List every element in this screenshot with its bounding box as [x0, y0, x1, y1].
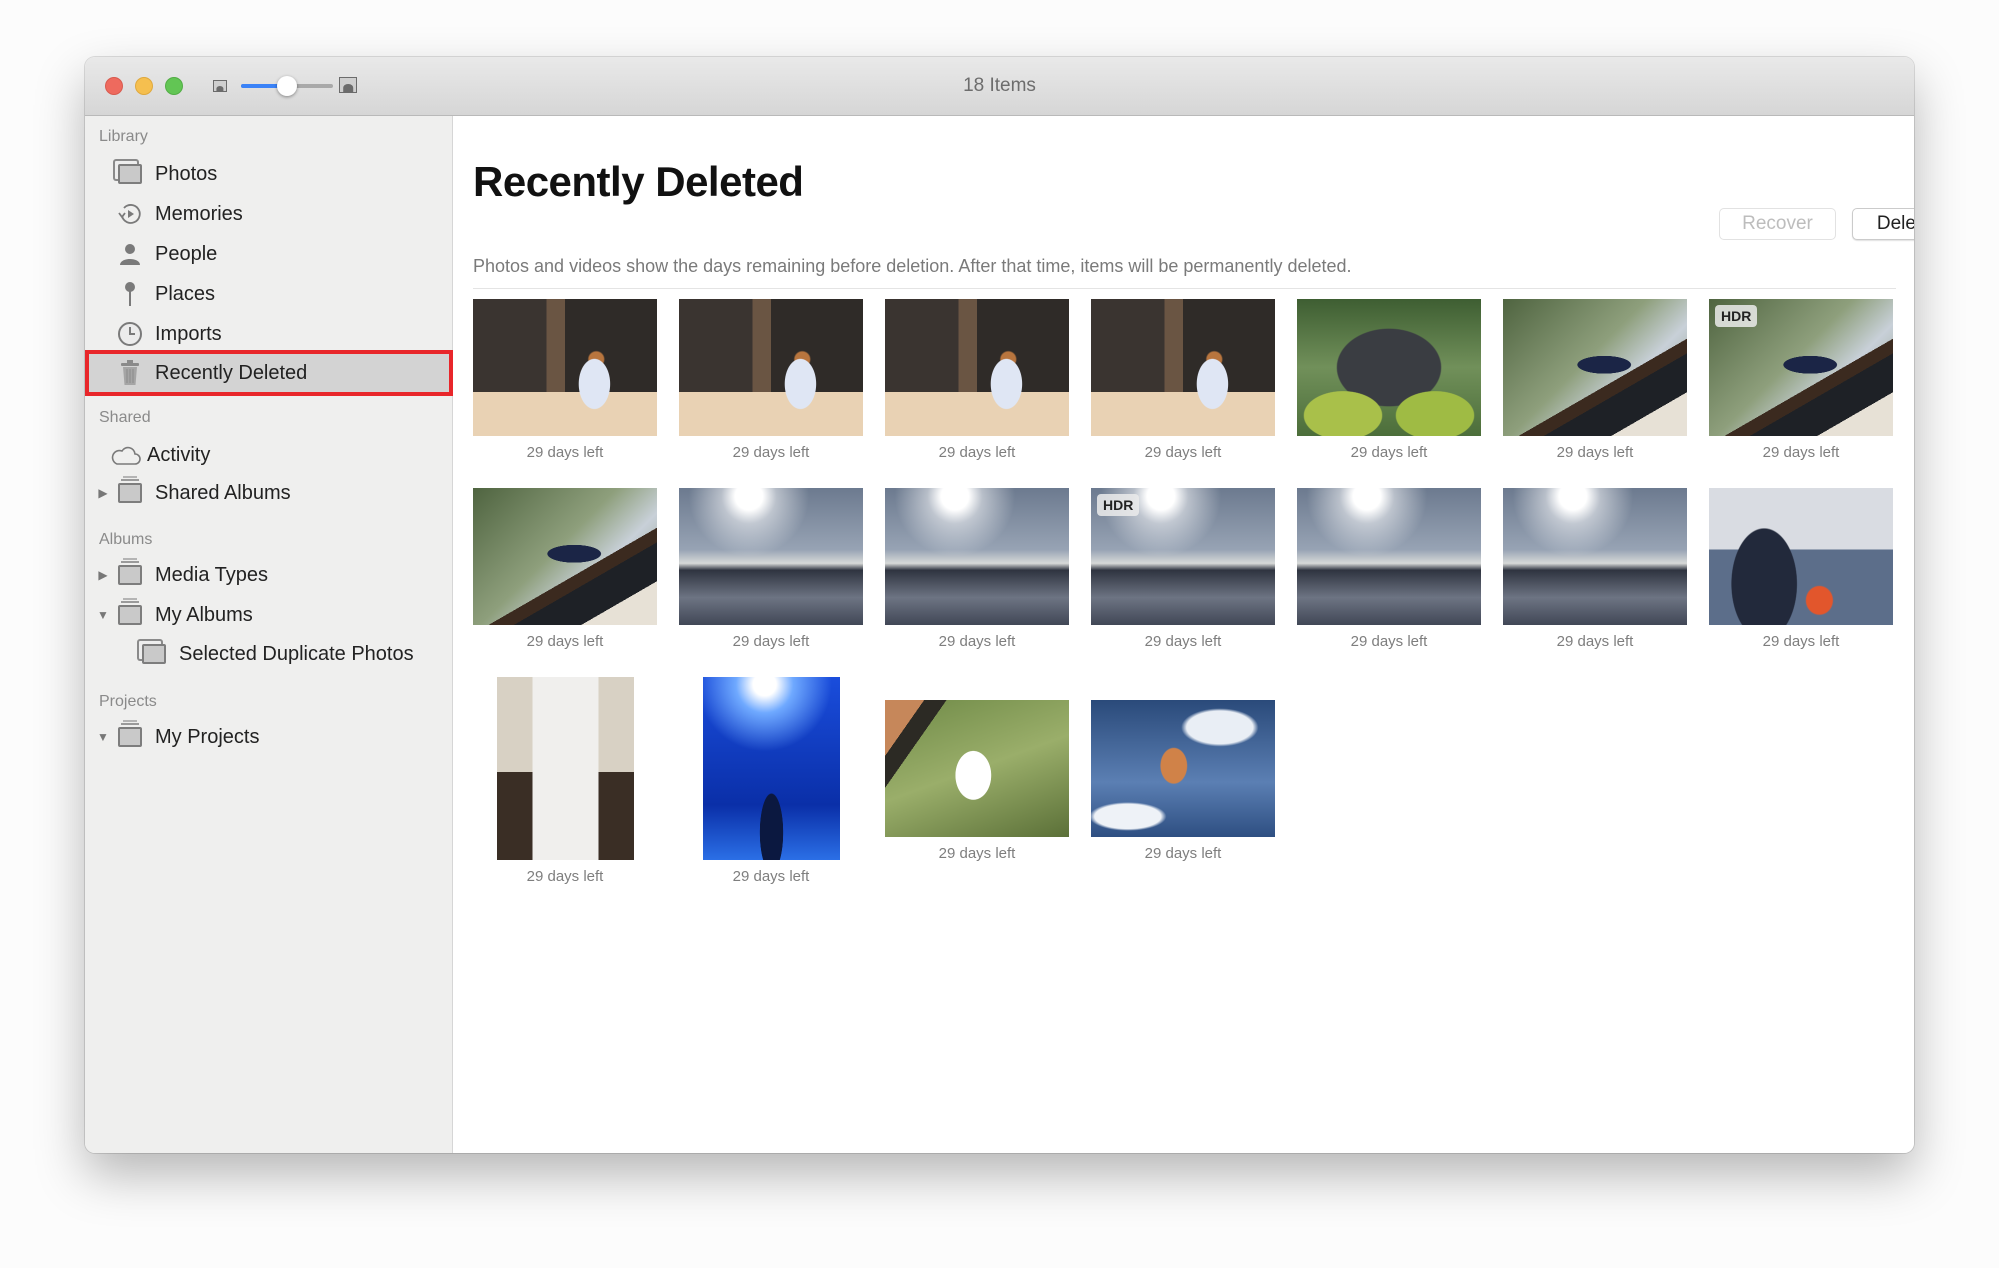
days-left-label: 29 days left — [1556, 633, 1634, 650]
sidebar-item-recently-deleted[interactable]: Recently Deleted — [85, 350, 453, 396]
photo-thumbnail[interactable] — [1503, 488, 1687, 625]
photo-thumbnail[interactable] — [1709, 488, 1893, 625]
sidebar-item-label: Photos — [155, 162, 218, 185]
photo-thumbnail[interactable] — [885, 700, 1069, 837]
photo-thumbnail[interactable] — [473, 488, 657, 625]
sidebar: Library Photos Memories People Places Im… — [85, 116, 453, 1153]
days-left-label: 29 days left — [526, 444, 604, 461]
sidebar-item-media-types[interactable]: ▶ Media Types — [85, 555, 453, 595]
sidebar-item-label: Imports — [155, 322, 222, 345]
photo-thumbnail[interactable] — [702, 677, 840, 860]
sidebar-item-label: Places — [155, 282, 216, 305]
clock-icon — [115, 322, 145, 346]
days-left-label: 29 days left — [938, 444, 1016, 461]
person-icon — [115, 242, 145, 266]
photo-thumbnail[interactable] — [885, 299, 1069, 436]
section-label-library: Library — [99, 128, 148, 145]
photos-window: 18 Items Library Photos Memories People — [85, 57, 1914, 1153]
cloud-icon — [111, 443, 141, 467]
disclosure-right-icon[interactable]: ▶ — [91, 568, 115, 582]
sidebar-item-label: Recently Deleted — [155, 361, 308, 384]
disclosure-right-icon[interactable]: ▶ — [91, 486, 115, 500]
sidebar-item-label: Memories — [155, 202, 243, 225]
sidebar-item-label: Selected Duplicate Photos — [179, 642, 414, 665]
days-left-label: 29 days left — [526, 868, 604, 885]
days-left-label: 29 days left — [1144, 444, 1222, 461]
pin-icon — [115, 282, 145, 306]
days-left-label: 29 days left — [1144, 633, 1222, 650]
sidebar-item-selected-duplicate-photos[interactable]: Selected Duplicate Photos — [85, 634, 453, 674]
trash-icon — [115, 360, 145, 385]
sidebar-item-label: My Projects — [155, 725, 260, 748]
sidebar-item-places[interactable]: Places — [85, 274, 453, 314]
album-icon — [115, 476, 145, 505]
photo-thumbnail[interactable]: HDR — [1091, 488, 1275, 625]
memories-icon — [115, 202, 145, 226]
sidebar-item-shared-albums[interactable]: ▶ Shared Albums — [85, 473, 453, 513]
days-left-label: 29 days left — [1350, 444, 1428, 461]
days-left-label: 29 days left — [732, 868, 810, 885]
recover-button[interactable]: Recover — [1719, 208, 1836, 240]
days-left-label: 29 days left — [1556, 444, 1634, 461]
photo-thumbnail[interactable] — [496, 677, 634, 860]
main-content: Recently Deleted Photos and videos show … — [453, 116, 1914, 1153]
photo-thumbnail[interactable] — [679, 488, 863, 625]
album-icon — [115, 720, 145, 749]
days-left-label: 29 days left — [732, 633, 810, 650]
days-left-label: 29 days left — [732, 444, 810, 461]
days-left-label: 29 days left — [1144, 845, 1222, 862]
page-subtitle: Photos and videos show the days remainin… — [473, 256, 1352, 276]
section-label-albums: Albums — [99, 531, 153, 548]
hdr-badge: HDR — [1715, 305, 1758, 327]
header-divider — [473, 288, 1896, 289]
days-left-label: 29 days left — [1350, 633, 1428, 650]
album-icon — [115, 558, 145, 587]
days-left-label: 29 days left — [526, 633, 604, 650]
delete-all-button[interactable]: Delete All — [1852, 208, 1914, 240]
photo-thumbnail[interactable] — [473, 299, 657, 436]
sidebar-item-people[interactable]: People — [85, 234, 453, 274]
photos-icon — [115, 162, 145, 186]
sidebar-item-label: People — [155, 242, 218, 265]
sidebar-item-memories[interactable]: Memories — [85, 194, 453, 234]
days-left-label: 29 days left — [1762, 444, 1840, 461]
photo-thumbnail[interactable] — [1091, 700, 1275, 837]
page-title: Recently Deleted — [473, 158, 804, 205]
window-title: 18 Items — [963, 75, 1036, 96]
sidebar-item-label: Activity — [147, 443, 211, 466]
disclosure-down-icon[interactable]: ▼ — [91, 608, 115, 622]
days-left-label: 29 days left — [938, 845, 1016, 862]
sidebar-item-label: My Albums — [155, 603, 253, 626]
days-left-label: 29 days left — [1762, 633, 1840, 650]
photos-icon — [139, 642, 169, 666]
photo-thumbnail[interactable]: HDR — [1709, 299, 1893, 436]
sidebar-item-photos[interactable]: Photos — [85, 154, 453, 194]
days-left-label: 29 days left — [938, 633, 1016, 650]
sidebar-item-my-projects[interactable]: ▼ My Projects — [85, 717, 453, 757]
photo-thumbnail[interactable] — [1503, 299, 1687, 436]
section-label-projects: Projects — [99, 693, 157, 710]
photo-thumbnail[interactable] — [1297, 488, 1481, 625]
sidebar-item-label: Media Types — [155, 563, 269, 586]
photo-thumbnail[interactable] — [1297, 299, 1481, 436]
album-icon — [115, 598, 145, 627]
sidebar-item-imports[interactable]: Imports — [85, 314, 453, 354]
disclosure-down-icon[interactable]: ▼ — [91, 730, 115, 744]
photo-thumbnail[interactable] — [885, 488, 1069, 625]
sidebar-item-my-albums[interactable]: ▼ My Albums — [85, 595, 453, 635]
section-label-shared: Shared — [99, 409, 151, 426]
photo-thumbnail[interactable] — [1091, 299, 1275, 436]
photo-thumbnail[interactable] — [679, 299, 863, 436]
hdr-badge: HDR — [1097, 494, 1140, 516]
sidebar-item-activity[interactable]: Activity — [85, 435, 453, 475]
title-bar: 18 Items — [85, 57, 1914, 116]
sidebar-item-label: Shared Albums — [155, 481, 291, 504]
